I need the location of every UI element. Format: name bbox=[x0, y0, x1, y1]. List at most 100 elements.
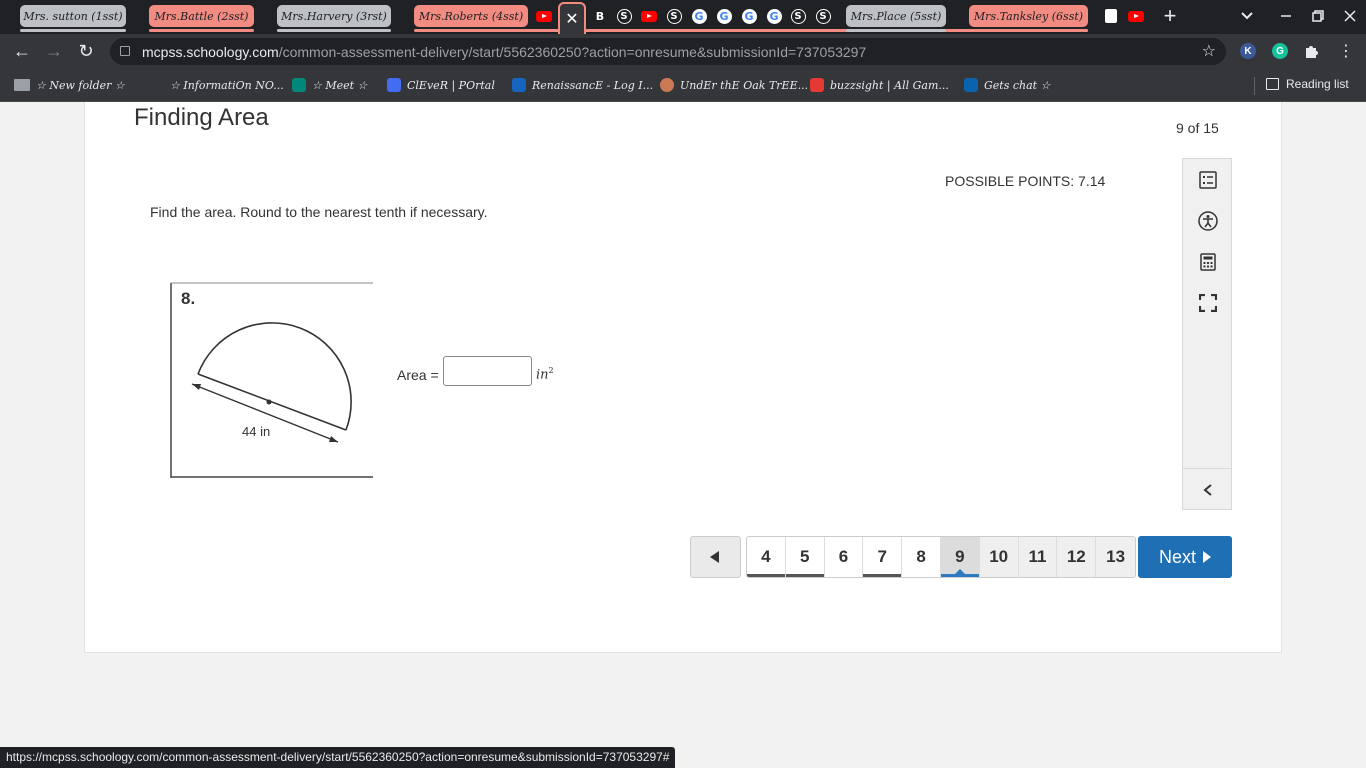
url-path: /common-assessment-delivery/start/556236… bbox=[278, 44, 867, 60]
bookmark-label: buzzsight | All Gam... bbox=[830, 78, 949, 92]
next-question-button[interactable]: Next bbox=[1138, 536, 1232, 578]
bookmark-renaissance[interactable]: RenaissancE - Log I... bbox=[512, 76, 653, 94]
b-icon: B bbox=[595, 9, 605, 23]
page-button-10[interactable]: 10 bbox=[979, 537, 1019, 577]
youtube-icon bbox=[536, 10, 552, 22]
tab-youtube[interactable] bbox=[1126, 5, 1146, 27]
extension-k[interactable]: K bbox=[1240, 43, 1256, 59]
youtube-icon bbox=[1128, 10, 1144, 22]
tab-group-label: Mrs.Harvery (3rst) bbox=[281, 9, 387, 23]
bookmarks-divider bbox=[1254, 77, 1255, 95]
page-button-13[interactable]: 13 bbox=[1096, 537, 1135, 577]
unit-exponent: 2 bbox=[548, 366, 554, 375]
page-button-4[interactable]: 4 bbox=[747, 537, 786, 577]
grammarly-icon: G bbox=[1276, 45, 1284, 57]
bookmark-outlook[interactable]: Gets chat ☆ bbox=[964, 76, 1050, 94]
tab-group-label: Mrs.Place (5sst) bbox=[850, 9, 942, 23]
forward-button[interactable]: → bbox=[42, 39, 66, 63]
possible-points: POSSIBLE POINTS: 7.14 bbox=[945, 173, 1106, 189]
question-prompt: Find the area. Round to the nearest tent… bbox=[150, 204, 488, 220]
extension-grammarly[interactable]: G bbox=[1272, 43, 1288, 59]
collapse-panel-button[interactable] bbox=[1197, 479, 1219, 501]
site-info-icon bbox=[120, 46, 130, 56]
bookmark-meet[interactable]: ☆ Meet ☆ bbox=[292, 76, 367, 94]
google-icon: G bbox=[691, 8, 707, 24]
tab-group-2[interactable]: Mrs.Battle (2sst) bbox=[149, 5, 254, 32]
tab-active-close[interactable]: ✕ bbox=[558, 2, 586, 34]
k-icon: K bbox=[1244, 45, 1252, 57]
tab-schoology[interactable]: S bbox=[813, 5, 833, 27]
schoology-icon: S bbox=[666, 8, 682, 24]
back-button[interactable]: ← bbox=[10, 39, 34, 63]
minimize-icon bbox=[1281, 15, 1291, 17]
bookmark-oak[interactable]: UndEr thE Oak TrEE... bbox=[660, 76, 808, 94]
schoology-icon: S bbox=[815, 8, 831, 24]
reading-list-button[interactable]: Reading list bbox=[1266, 77, 1349, 91]
bookmark-label: ClEveR | POrtal bbox=[407, 78, 495, 92]
bookmark-label: Gets chat ☆ bbox=[984, 78, 1051, 92]
google-icon: G bbox=[716, 8, 732, 24]
tab-group-1[interactable]: Mrs. sutton (1sst) bbox=[20, 5, 126, 32]
chevron-down-icon bbox=[1241, 12, 1253, 20]
page-button-12[interactable]: 12 bbox=[1057, 537, 1097, 577]
tab-google[interactable]: G bbox=[739, 5, 759, 27]
extensions-button[interactable] bbox=[1304, 43, 1320, 59]
calculator-button[interactable] bbox=[1197, 251, 1219, 273]
bookmark-label: ☆ Meet ☆ bbox=[312, 78, 368, 92]
bookmark-buzzsight[interactable]: buzzsight | All Gam... bbox=[810, 76, 949, 94]
fullscreen-button[interactable] bbox=[1197, 292, 1219, 314]
tab-group-4[interactable]: Mrs.Roberts (4sst) bbox=[414, 5, 1088, 32]
tab-group-5[interactable]: Mrs.Place (5sst) bbox=[846, 5, 946, 32]
close-icon: ✕ bbox=[565, 11, 579, 28]
tab-google[interactable]: G bbox=[764, 5, 784, 27]
chevron-left-icon bbox=[1203, 484, 1212, 496]
reload-button[interactable]: ↻ bbox=[74, 39, 98, 63]
tab-google[interactable]: G bbox=[714, 5, 734, 27]
bookmark-information[interactable]: ☆ InformatiOn NO... bbox=[170, 76, 284, 94]
dimension-label: 44 in bbox=[242, 424, 270, 439]
tab-schoology[interactable]: S bbox=[788, 5, 808, 27]
page-button-6[interactable]: 6 bbox=[825, 537, 864, 577]
tab-google[interactable]: G bbox=[689, 5, 709, 27]
question-list-button[interactable] bbox=[1197, 169, 1219, 191]
accessibility-button[interactable] bbox=[1197, 210, 1219, 232]
bookmark-star-icon[interactable]: ☆ bbox=[1202, 41, 1216, 61]
google-icon: G bbox=[741, 8, 757, 24]
page-button-11[interactable]: 11 bbox=[1018, 537, 1058, 577]
new-tab-button[interactable]: + bbox=[1160, 3, 1180, 28]
tab-youtube[interactable] bbox=[534, 5, 554, 27]
arrow-right-icon: → bbox=[45, 40, 63, 61]
url-host: mcpss.schoology.com bbox=[142, 44, 279, 60]
page-button-7[interactable]: 7 bbox=[863, 537, 903, 577]
page-button-8[interactable]: 8 bbox=[902, 537, 941, 577]
bookmark-new-folder[interactable]: ☆ New folder ☆ bbox=[14, 76, 125, 94]
address-bar[interactable]: mcpss.schoology.com/common-assessment-de… bbox=[110, 38, 1226, 65]
status-bar-url: https://mcpss.schoology.com/common-asses… bbox=[0, 747, 676, 768]
tab-doc[interactable] bbox=[1101, 5, 1121, 27]
google-icon: G bbox=[766, 8, 782, 24]
previous-question-button[interactable] bbox=[690, 536, 741, 578]
restore-button[interactable] bbox=[1308, 6, 1328, 26]
page-number-list: 4 5 6 7 8 9 10 11 12 13 bbox=[746, 536, 1136, 578]
tab-schoology[interactable]: S bbox=[664, 5, 684, 27]
close-window-button[interactable] bbox=[1340, 6, 1360, 26]
bookmark-label: RenaissancE - Log I... bbox=[532, 78, 654, 92]
tab-b[interactable]: B bbox=[590, 5, 610, 27]
tab-group-6[interactable]: Mrs.Tanksley (6sst) bbox=[969, 5, 1088, 32]
plus-icon: + bbox=[1163, 3, 1177, 28]
minimize-button[interactable] bbox=[1276, 6, 1296, 26]
tab-youtube[interactable] bbox=[639, 5, 659, 27]
tab-group-3[interactable]: Mrs.Harvery (3rst) bbox=[277, 5, 391, 32]
bookmark-clever[interactable]: ClEveR | POrtal bbox=[387, 76, 495, 94]
tab-schoology[interactable]: S bbox=[614, 5, 634, 27]
tab-search-button[interactable] bbox=[1237, 6, 1257, 26]
renaissance-icon bbox=[512, 78, 526, 92]
menu-button[interactable]: ⋮ bbox=[1334, 39, 1358, 63]
area-answer-input[interactable] bbox=[443, 356, 532, 386]
next-label: Next bbox=[1158, 546, 1196, 567]
question-counter: 9 of 15 bbox=[1176, 120, 1219, 136]
tab-group-label: Mrs. sutton (1sst) bbox=[23, 9, 123, 23]
page-button-5[interactable]: 5 bbox=[785, 537, 825, 577]
oak-icon bbox=[660, 78, 674, 92]
page-button-9[interactable]: 9 bbox=[940, 537, 980, 577]
